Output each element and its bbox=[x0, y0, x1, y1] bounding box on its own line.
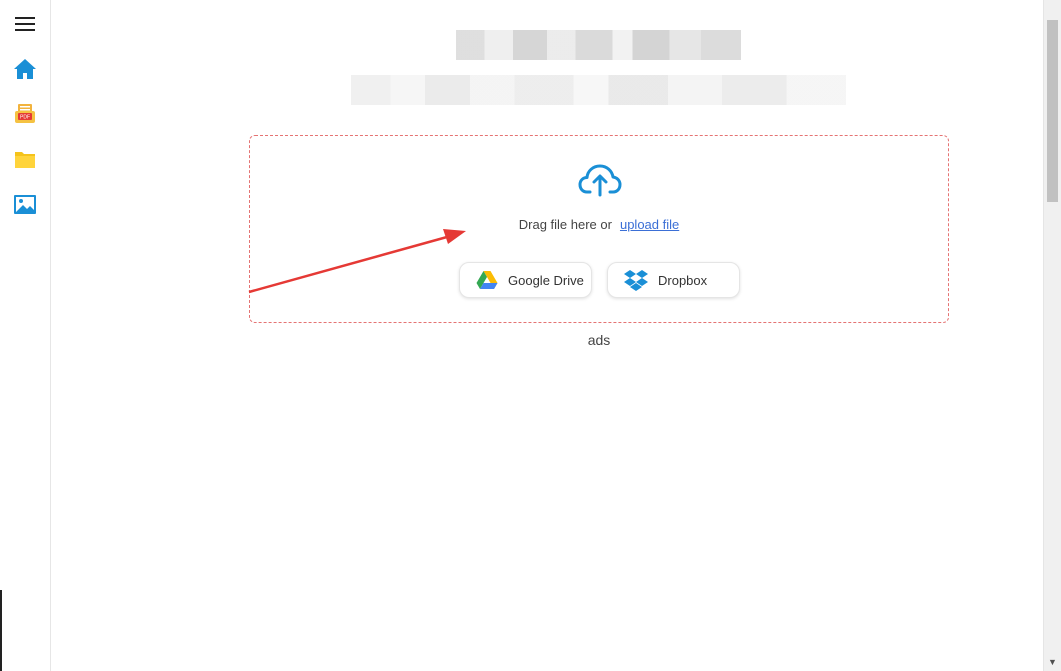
main-content: Drag file here or upload file Google Driv… bbox=[51, 0, 1044, 671]
scroll-down-icon[interactable]: ▼ bbox=[1044, 655, 1061, 669]
home-icon[interactable] bbox=[12, 56, 38, 82]
google-drive-label: Google Drive bbox=[508, 272, 584, 288]
hamburger-menu-icon[interactable] bbox=[12, 11, 38, 37]
google-drive-button[interactable]: Google Drive bbox=[459, 262, 592, 298]
sidebar: PDF bbox=[0, 0, 51, 671]
google-drive-icon bbox=[476, 270, 498, 290]
drag-text: Drag file here or bbox=[518, 217, 612, 232]
file-dropzone[interactable]: Drag file here or upload file Google Driv… bbox=[249, 135, 949, 323]
image-icon[interactable] bbox=[12, 192, 38, 218]
pdf-printer-icon[interactable]: PDF bbox=[12, 102, 38, 128]
ads-label: ads bbox=[587, 332, 611, 348]
scrollbar-thumb[interactable] bbox=[1047, 20, 1058, 202]
dropbox-icon bbox=[624, 269, 648, 291]
page-subtitle-blurred bbox=[351, 75, 846, 105]
window-edge bbox=[0, 590, 2, 671]
page-title-blurred bbox=[456, 30, 741, 60]
drag-instructions: Drag file here or upload file bbox=[250, 217, 948, 232]
cloud-upload-icon[interactable] bbox=[578, 162, 622, 203]
svg-text:PDF: PDF bbox=[20, 115, 30, 121]
upload-file-link[interactable]: upload file bbox=[620, 217, 679, 232]
folder-icon[interactable] bbox=[12, 147, 38, 173]
dropbox-label: Dropbox bbox=[658, 272, 708, 288]
vertical-scrollbar[interactable]: ▼ bbox=[1043, 0, 1061, 671]
dropbox-button[interactable]: Dropbox bbox=[607, 262, 740, 298]
